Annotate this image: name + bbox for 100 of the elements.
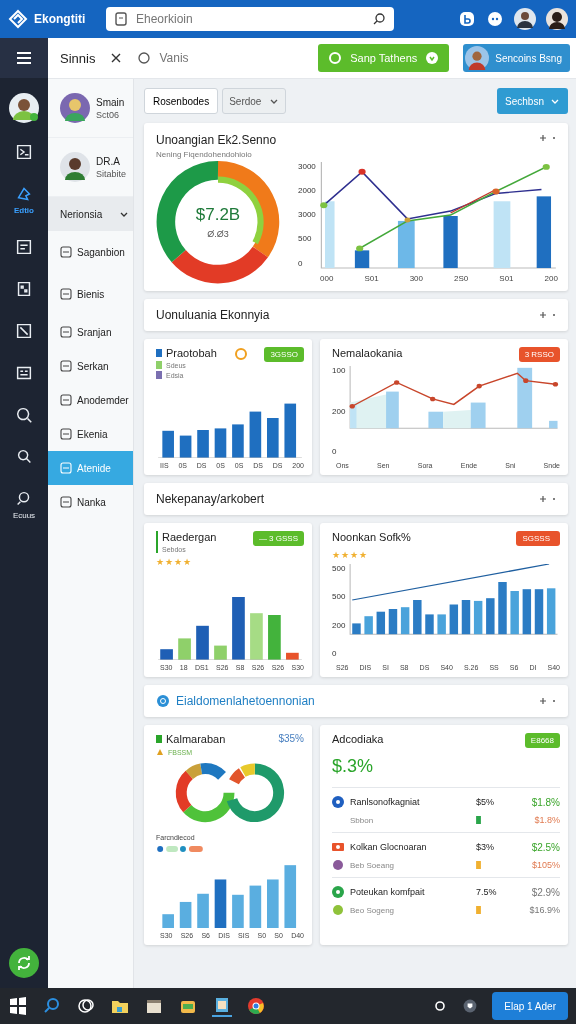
image-icon[interactable] <box>14 321 34 341</box>
sidebar-item[interactable]: Serkan <box>48 349 133 383</box>
avatar-icon[interactable] <box>546 8 568 30</box>
refresh-button[interactable] <box>9 948 39 978</box>
data-point <box>492 188 500 194</box>
donut-caption: Ø.Ø3 <box>207 229 229 239</box>
data-point <box>358 168 366 175</box>
row-share: $3% <box>476 842 495 852</box>
section-title: Eialdomenlahetoennonian <box>176 694 315 708</box>
status-icon <box>332 904 344 916</box>
notification-icon[interactable] <box>458 10 476 28</box>
sidebar-label[interactable]: Nerionsia <box>60 208 114 220</box>
photos-icon[interactable] <box>212 995 232 1017</box>
page-title: Sinnis <box>60 50 96 66</box>
terminal-icon[interactable] <box>14 142 34 162</box>
bar <box>443 215 458 268</box>
sidebar-label[interactable]: Ekenia <box>77 428 108 440</box>
bar <box>284 864 297 928</box>
circle-icon <box>328 51 343 65</box>
sidebar-item[interactable]: Saganbion <box>48 231 133 273</box>
sidebar-item[interactable]: Sranjan <box>48 315 133 349</box>
sidebar-label[interactable]: Nanka <box>77 496 106 508</box>
avatar-icon[interactable] <box>8 92 40 124</box>
search-field[interactable]: Vanis <box>157 50 278 66</box>
sidebar-item[interactable]: Bienis <box>48 273 133 315</box>
status-icon <box>332 796 344 808</box>
status-icon <box>332 886 344 898</box>
donut-value: $7.2B <box>195 205 241 225</box>
star-rating: ★★★★ <box>332 550 368 560</box>
avatar-icon <box>60 152 90 182</box>
sidebar-label[interactable]: Bienis <box>77 288 105 300</box>
document-icon[interactable] <box>14 237 34 257</box>
axis-label: 200 <box>332 620 346 630</box>
search-bar[interactable]: Eheorkioin <box>106 7 394 31</box>
dropdown-value[interactable]: Serdoe <box>229 95 262 107</box>
sidebar-label[interactable]: Saganbion <box>77 246 125 258</box>
sidebar-label[interactable]: Serkan <box>77 360 109 372</box>
card-title: Noonkan Sofk% <box>332 531 411 543</box>
more-icon[interactable] <box>538 696 558 706</box>
search-field[interactable]: Eheorkioin <box>134 11 366 27</box>
section-title: Uonuluania Ekonnyia <box>156 308 270 322</box>
data-point <box>355 244 364 251</box>
bar <box>232 597 245 660</box>
row-share: $5% <box>476 797 495 807</box>
percent-value: $.3% <box>332 756 375 777</box>
sidebar-label[interactable]: Anodemder <box>77 394 129 406</box>
page-icon <box>60 288 72 300</box>
windows-icon[interactable] <box>8 996 28 1016</box>
axis-label: 2000 <box>298 185 316 195</box>
filter-button[interactable]: Rosenbodes <box>144 88 219 114</box>
axis-label: 500 <box>332 592 346 602</box>
sidebar-item[interactable]: Anodemder <box>48 383 133 417</box>
sidebar-item[interactable]: Ekenia <box>48 417 133 451</box>
sidebar-item[interactable]: Nanka <box>48 485 133 519</box>
sidebar-label[interactable]: Sranjan <box>77 326 112 338</box>
sidebar-item[interactable]: Nerionsia <box>48 197 133 231</box>
more-icon[interactable] <box>538 310 558 320</box>
bar <box>425 614 435 635</box>
menu-button[interactable] <box>0 38 48 78</box>
page-icon <box>60 326 72 338</box>
row-prior: $16.9% <box>528 905 560 915</box>
row-prior: $1.8% <box>533 815 560 825</box>
avatar-icon[interactable] <box>514 8 536 30</box>
card-title: Adcodiaka <box>332 733 384 745</box>
axis-label: 3000 <box>298 161 316 171</box>
taskbar-button[interactable]: Elap 1 Ader <box>492 992 568 1020</box>
data-point <box>542 163 550 170</box>
menu-icon <box>15 49 33 67</box>
shield-icon[interactable] <box>462 998 479 1014</box>
dropdown[interactable]: Serdoe <box>222 88 287 114</box>
axis-label: 200 <box>544 273 558 283</box>
level-icon <box>476 906 481 914</box>
bar <box>437 614 447 635</box>
data-point <box>349 403 356 409</box>
rail-label[interactable]: Edtio <box>14 206 34 215</box>
profile-subtitle: Sct06 <box>96 109 120 120</box>
bar <box>522 589 532 635</box>
more-icon[interactable] <box>538 494 558 504</box>
logo-icon <box>8 9 28 29</box>
rail-label[interactable]: Ecuus <box>12 511 36 520</box>
bar <box>428 411 444 429</box>
more-icon[interactable] <box>538 133 558 143</box>
bar <box>471 402 486 429</box>
axis-label: S01 <box>364 273 379 283</box>
data-point <box>394 380 400 385</box>
task-view-icon[interactable] <box>76 996 96 1016</box>
search-icon[interactable] <box>14 405 34 425</box>
profile-subtitle: Sitabite <box>96 168 127 179</box>
row-name: Kolkan Glocnoaran <box>350 842 428 852</box>
bar <box>178 638 191 660</box>
bar <box>179 435 192 458</box>
chat-icon[interactable] <box>486 10 504 28</box>
bar <box>268 615 281 660</box>
bar <box>324 200 335 268</box>
status-badge: — 3 GSSS <box>252 531 304 546</box>
search-icon[interactable] <box>372 12 386 26</box>
bar <box>364 616 374 635</box>
axis-label: 3000 <box>298 210 316 219</box>
browser-icon[interactable] <box>246 996 266 1016</box>
row-share: 7.5% <box>476 887 498 897</box>
